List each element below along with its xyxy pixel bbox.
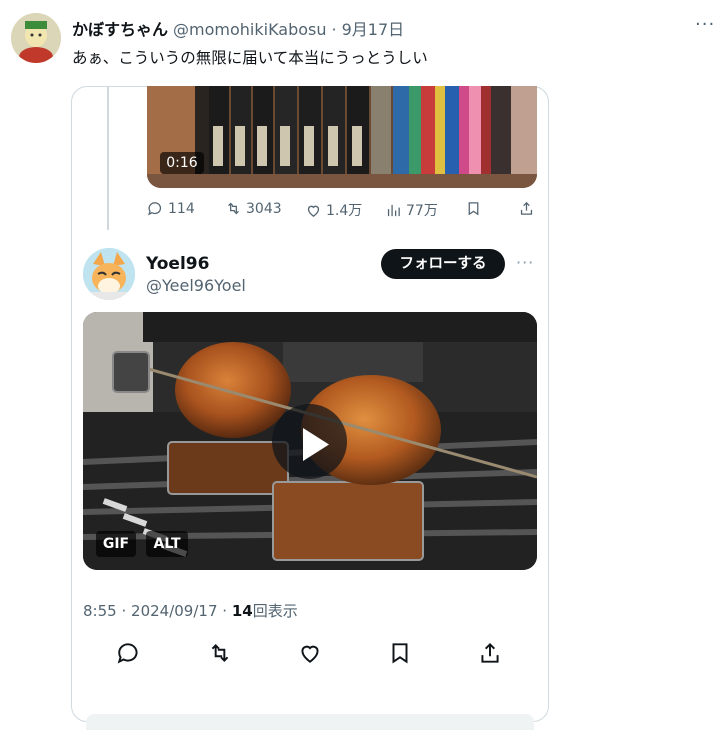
gif-badge: GIF	[96, 531, 136, 557]
retweet-button[interactable]: 3043	[225, 200, 282, 217]
previous-tweet-actions: 114 3043 1.4万 77万	[147, 200, 537, 220]
bookmark-button[interactable]	[387, 640, 413, 666]
reply-icon	[117, 643, 138, 664]
share-icon	[481, 642, 499, 663]
retweet-icon	[211, 644, 229, 662]
like-count: 1.4万	[326, 203, 363, 219]
quoted-display-name[interactable]: Yoel96	[146, 254, 209, 274]
reply-count: 114	[168, 200, 195, 217]
more-options-icon[interactable]: ···	[516, 253, 534, 272]
view-count: 14	[231, 602, 253, 620]
more-options-icon[interactable]: ···	[695, 14, 715, 35]
tweet-date[interactable]: 9月17日	[342, 16, 405, 40]
like-button[interactable]: 1.4万	[305, 200, 362, 220]
like-icon	[301, 645, 319, 663]
bookmark-icon	[468, 202, 479, 216]
separator: ·	[331, 20, 337, 39]
display-name[interactable]: かぼすちゃん	[72, 16, 168, 40]
tweet-date[interactable]: 2024/09/17	[131, 602, 217, 620]
play-button[interactable]	[272, 404, 347, 479]
share-icon	[520, 201, 533, 215]
retweet-count: 3043	[246, 200, 282, 217]
tweet-time[interactable]: 8:55	[83, 602, 117, 620]
separator: ·	[222, 602, 228, 620]
views-icon	[387, 204, 400, 216]
previous-tweet-video[interactable]	[147, 86, 537, 188]
alt-badge[interactable]: ALT	[146, 531, 188, 557]
reply-icon	[148, 202, 162, 216]
handle[interactable]: @momohikiKabosu	[173, 20, 326, 39]
views-count: 77万	[406, 203, 438, 219]
share-button[interactable]	[518, 200, 535, 217]
reply-button[interactable]: 114	[147, 200, 195, 217]
play-icon	[303, 428, 329, 461]
avatar-kabosu[interactable]	[11, 13, 61, 63]
like-button[interactable]	[297, 640, 323, 666]
views-button[interactable]: 77万	[385, 200, 438, 220]
avatar-yoel96[interactable]	[83, 248, 135, 300]
view-label: 回表示	[252, 602, 298, 620]
tweet-timestamp: 8:55 · 2024/09/17 · 14回表示	[83, 600, 298, 621]
like-icon	[307, 205, 320, 217]
next-item-edge	[86, 714, 534, 730]
share-button[interactable]	[477, 640, 503, 666]
bookmark-icon	[392, 643, 408, 664]
follow-button[interactable]: フォローする	[381, 249, 505, 279]
separator: ·	[121, 602, 127, 620]
video-duration: 0:16	[160, 152, 204, 174]
tweet-text: あぁ、こういうの無限に届いて本当にうっとうしい	[72, 49, 428, 67]
retweet-icon	[228, 202, 239, 215]
quoted-handle[interactable]: @Yeel96Yoel	[146, 276, 246, 295]
retweet-button[interactable]	[207, 640, 233, 666]
bookmark-button[interactable]	[465, 200, 482, 217]
outer-tweet-header: かぼすちゃん @momohikiKabosu · 9月17日	[72, 16, 404, 40]
thread-line	[107, 86, 109, 230]
reply-button[interactable]	[116, 640, 142, 666]
